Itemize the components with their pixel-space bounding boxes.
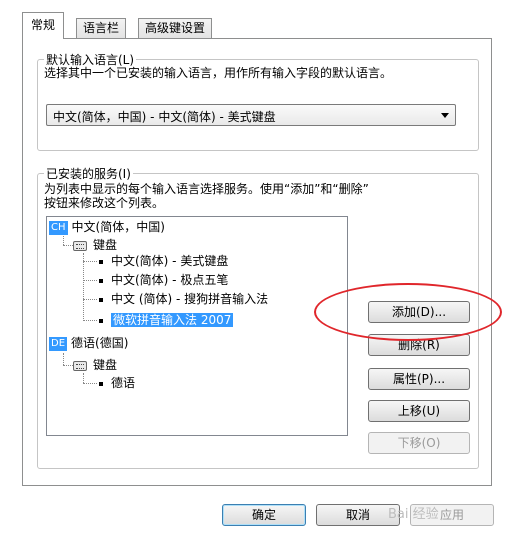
bullet-icon	[99, 381, 103, 386]
default-language-description: 选择其中一个已安装的输入语言，用作所有输入字段的默认语言。	[44, 66, 393, 80]
keyboard-icon	[73, 240, 87, 251]
move-down-button[interactable]: 下移(O)	[368, 432, 470, 454]
tree-line	[83, 320, 97, 321]
tree-node-service-selected[interactable]: 微软拼音输入法 2007	[99, 312, 234, 328]
tree-line	[83, 280, 97, 281]
keyboard-icon	[73, 360, 87, 371]
properties-button[interactable]: 属性(P)...	[368, 368, 470, 390]
ok-button[interactable]: 确定	[222, 504, 306, 526]
tree-line	[63, 353, 64, 365]
tree-node-label: 中文(简体) - 美式键盘	[111, 254, 229, 268]
lang-code-badge: DE	[49, 336, 68, 351]
tab-general[interactable]: 常规	[22, 12, 65, 39]
bullet-icon	[99, 259, 103, 264]
tree-node-label: 键盘	[93, 238, 118, 252]
tree-node-service[interactable]: 中文 (简体) - 搜狗拼音输入法	[99, 291, 268, 307]
tree-line	[63, 245, 73, 246]
tree-line	[83, 383, 97, 384]
lang-code-badge: CH	[49, 220, 68, 235]
installed-services-title: 已安装的服务(I)	[44, 165, 133, 182]
move-up-button[interactable]: 上移(U)	[368, 400, 470, 422]
tree-node-lang-german[interactable]: DE 德语(德国)	[49, 335, 128, 351]
bullet-icon	[99, 318, 103, 323]
bullet-icon	[99, 278, 103, 283]
tree-line	[63, 365, 73, 366]
watermark-logo: Bai 经验	[388, 507, 439, 522]
tree-node-label: 德语	[111, 376, 136, 390]
tree-line	[83, 261, 97, 262]
tree-node-label: 德语(德国)	[71, 336, 129, 350]
bullet-icon	[99, 297, 103, 302]
tree-node-label: 微软拼音输入法 2007	[111, 313, 234, 327]
chevron-down-icon	[441, 113, 449, 118]
tree-node-keyboard-german[interactable]: 键盘	[73, 357, 117, 373]
tab-advanced-key-settings[interactable]: 高级键设置	[138, 18, 213, 38]
tree-node-label: 键盘	[93, 358, 118, 372]
installed-services-description-1: 为列表中显示的每个输入语言选择服务。使用“添加”和“删除”	[44, 182, 369, 196]
tree-node-service[interactable]: 德语	[99, 375, 135, 391]
add-button[interactable]: 添加(D)...	[368, 301, 470, 323]
tree-line	[83, 299, 97, 300]
general-panel: 默认输入语言(L) 选择其中一个已安装的输入语言，用作所有输入字段的默认语言。 …	[22, 38, 492, 486]
default-language-group: 默认输入语言(L) 选择其中一个已安装的输入语言，用作所有输入字段的默认语言。 …	[37, 51, 479, 151]
tree-node-label: 中文(简体) - 极点五笔	[111, 273, 229, 287]
tree-node-keyboard-chinese[interactable]: 键盘	[73, 237, 117, 253]
services-tree[interactable]: CH 中文(简体，中国) 键盘 中文(简体) - 美式键盘 中文(简体) - 极点…	[46, 216, 348, 436]
installed-services-description-2: 按钮来修改这个列表。	[44, 196, 165, 210]
tree-line	[83, 253, 84, 321]
tree-node-label: 中文(简体，中国)	[71, 220, 165, 234]
installed-services-group: 已安装的服务(I) 为列表中显示的每个输入语言选择服务。使用“添加”和“删除” …	[37, 165, 479, 469]
default-language-value: 中文(简体，中国) - 中文(简体) - 美式键盘	[53, 110, 276, 124]
remove-button[interactable]: 删除(R)	[368, 334, 470, 356]
tree-node-lang-chinese[interactable]: CH 中文(简体，中国)	[49, 219, 165, 235]
tree-node-label: 中文 (简体) - 搜狗拼音输入法	[111, 292, 269, 306]
tree-node-service[interactable]: 中文(简体) - 美式键盘	[99, 253, 228, 269]
tree-line	[83, 373, 84, 383]
tab-language-bar[interactable]: 语言栏	[76, 18, 127, 38]
default-language-select[interactable]: 中文(简体，中国) - 中文(简体) - 美式键盘	[46, 104, 456, 126]
tree-node-service[interactable]: 中文(简体) - 极点五笔	[99, 272, 228, 288]
